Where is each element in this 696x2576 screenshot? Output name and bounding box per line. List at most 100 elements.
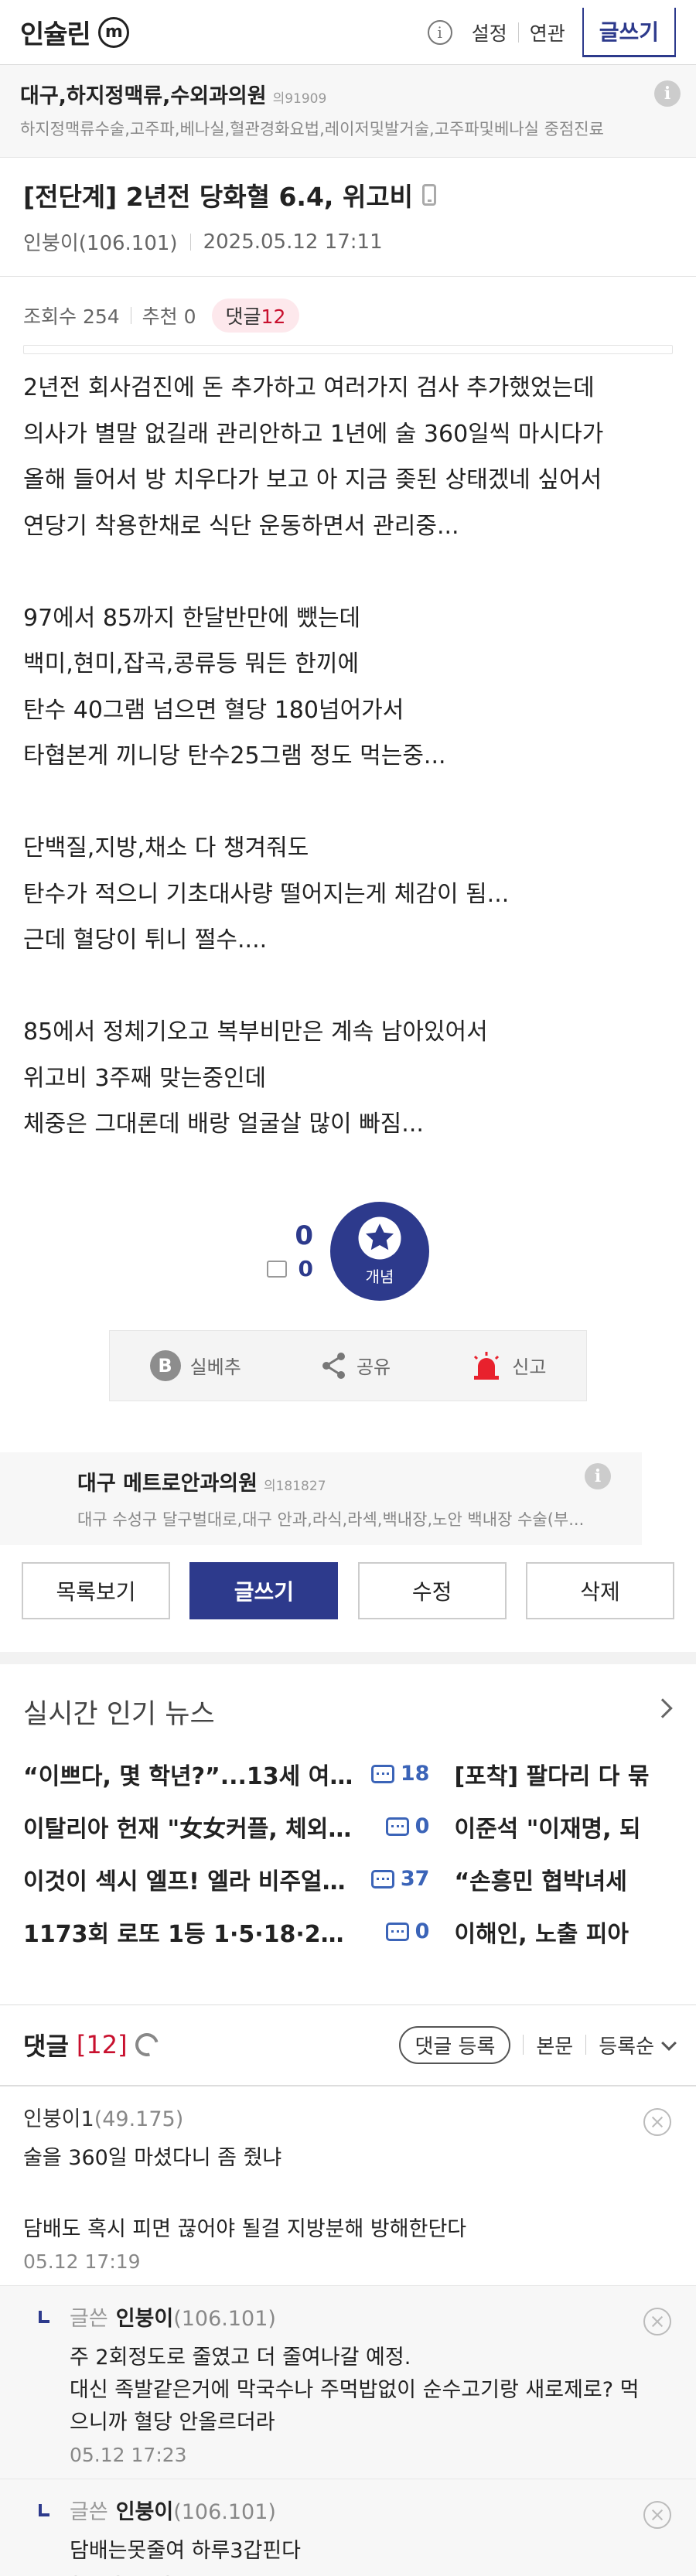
fixed-upvote-icon [267,1260,287,1278]
reply-text: 으니까 혈당 안올르더라 [70,2410,275,2434]
divider [523,2035,524,2055]
post-author[interactable]: 인붕이(106.101) [23,227,178,256]
body-line [23,549,673,595]
content-top-rule [23,345,673,354]
ad-description: 대구 수성구 달구벌대로,대구 안과,라식,라섹,백내장,노안 백내장 수술(부… [77,1510,585,1529]
news-headline[interactable]: 1173회 로또 1등 1·5·18·20·30·35... [23,1915,358,1949]
delete-reply-icon[interactable] [643,2500,671,2529]
body-line: 근데 혈당이 튀니 쩔수.... [23,926,268,954]
info-icon[interactable]: i [427,19,452,45]
reply-author[interactable]: 인붕이 [116,2500,174,2524]
delete-reply-icon[interactable] [643,2307,671,2335]
body-line: 85에서 정체기오고 복부비만은 계속 남아있어서 [23,1018,488,1046]
body-line: 체중은 그대론데 배랑 얼굴살 많이 빠짐... [23,1111,424,1138]
ad-name-text: 대구,하지정맥류,수외과의원 [20,84,267,108]
writer-tag: 글쓴 [70,2499,108,2524]
post-meta: 인붕이(106.101) 2025.05.12 17:11 [23,227,673,256]
delete-button[interactable]: 삭제 [525,1561,674,1619]
news-headline[interactable]: 이준석 "이재명, 되 [454,1810,673,1844]
body-line: 2년전 회사검진에 돈 추가하고 여러가지 검사 추가했었는데 [23,374,595,401]
body-line: 백미,현미,잡곡,콩류등 뭐든 한끼에 [23,650,360,677]
news-comment-count[interactable]: 0 [358,1919,429,1943]
mid-ad-banner[interactable]: 대구 메트로안과의원 의181827 대구 수성구 달구벌대로,대구 안과,라식,… [0,1452,642,1545]
top-ad-banner[interactable]: 대구,하지정맥류,수외과의원 의91909 하지정맥류수술,고주파,베나실,혈관경… [0,65,696,158]
body-line: 탄수 40그램 넘으면 혈당 180넘어가서 [23,696,404,724]
write-button-top[interactable]: 글쓰기 [582,7,676,57]
post-date: 2025.05.12 17:11 [203,230,383,254]
recommend-count: 추천 0 [142,305,196,328]
body-line: 올해 들어서 방 치우다가 보고 아 지금 좆된 상태겠네 싶어서 [23,466,602,493]
sort-select[interactable]: 등록순 [599,2031,677,2059]
post-button-row: 목록보기 글쓰기 수정 삭제 [0,1561,696,1619]
news-headline[interactable]: 이탈리아 헌재 "女女커플, 체외수정 ... [23,1810,358,1844]
site-logo[interactable]: 인슐린 m [20,13,129,51]
news-headline[interactable]: 이것이 섹시 엘프! 엘라 비주얼로 맥... [23,1862,358,1896]
body-line: 의사가 별말 없길래 관리안하고 1년에 술 360일씩 마시다가 [23,420,604,448]
news-comment-count[interactable]: 37 [358,1867,429,1891]
reply-text: 담배는못줄여 하루3갑핀다 [70,2538,302,2563]
news-count-value: 37 [400,1867,430,1891]
body-line: 연당기 착용한채로 식단 운동하면서 관리중... [23,512,459,540]
reply-item: 글쓴 인붕이(106.101) 담배는못줄여 하루3갑핀다 05.12 17:24 [0,2479,696,2576]
comment-author-line: 인붕이1(49.175) [23,2103,673,2136]
delete-comment-icon[interactable] [643,2107,671,2136]
ad-description: 하지정맥류수술,고주파,베나실,혈관경화요법,레이저및발거술,고주파및베나실 중… [20,120,604,138]
body-line [23,964,673,1010]
goto-body-link[interactable]: 본문 [536,2031,573,2059]
header-menu: i 설정 연관 글쓰기 [427,7,676,57]
share-button[interactable]: 공유 [321,1352,391,1380]
comment-bubble-icon [370,1869,394,1888]
upvote-button[interactable]: 개념 [330,1201,429,1301]
news-row: 이것이 섹시 엘프! 엘라 비주얼로 맥... 37 “손흥민 협박녀세 [23,1853,673,1906]
news-headline[interactable]: 이해인, 노출 피아 [454,1915,673,1949]
body-line: 위고비 3주째 맞는중인데 [23,1064,267,1092]
news-title: 실시간 인기 뉴스 [23,1698,215,1730]
comment-count-badge[interactable]: 댓글12 [211,299,300,333]
list-button[interactable]: 목록보기 [22,1561,170,1619]
divider [189,233,191,251]
reply-text: 대신 족발같은거에 막국수나 주먹밥없이 순수고기랑 새로제로? 먹 [70,2377,640,2402]
reply-arrow-icon [39,2310,49,2323]
logo-badge-icon[interactable]: m [97,16,129,48]
news-headline[interactable]: “손흥민 협박녀세 [454,1862,673,1896]
news-comment-count[interactable]: 18 [358,1762,429,1786]
comment-badge-count: 12 [261,305,286,328]
news-headline[interactable]: [포착] 팔다리 다 묶 [454,1757,673,1791]
edit-button[interactable]: 수정 [357,1561,507,1619]
reply-author-line: 글쓴 인붕이(106.101) [70,2303,673,2335]
divider [585,2035,587,2055]
post-body: 2년전 회사검진에 돈 추가하고 여러가지 검사 추가했었는데 의사가 별말 없… [0,354,696,1148]
logo-text[interactable]: 인슐린 [20,13,91,51]
news-row: 이탈리아 헌재 "女女커플, 체외수정 ... 0 이준석 "이재명, 되 [23,1800,673,1853]
ad-info-icon[interactable]: i [654,80,681,107]
report-button[interactable]: 신고 [470,1351,546,1380]
body-line [23,780,673,826]
reply-item: 글쓴 인붕이(106.101) 주 2회정도로 줄였고 더 줄여나갈 예정. 대신… [0,2285,696,2479]
refresh-icon[interactable] [131,2028,163,2061]
comment-author[interactable]: 인붕이1 [23,2107,94,2131]
vote-area: 0 0 개념 [0,1201,696,1301]
comment-text [23,2175,673,2207]
best-b-icon: B [149,1349,181,1381]
register-comment-button[interactable]: 댓글 등록 [399,2025,511,2064]
post-title-text: [전단계] 2년전 당화혈 6.4, 위고비 [23,182,414,212]
news-count-value: 0 [415,1814,430,1838]
post-action-bar: B 실베추 공유 신고 [109,1329,587,1401]
settings-link[interactable]: 설정 [472,19,507,46]
reply-author[interactable]: 인붕이 [116,2307,174,2331]
write-button[interactable]: 글쓰기 [189,1561,339,1619]
view-count: 조회수 254 [23,305,120,328]
news-headline[interactable]: “이쁘다, 몇 학년?”...13세 여학생 허... [23,1757,358,1791]
ad-info-icon[interactable]: i [585,1462,611,1489]
silbe-recommend-button[interactable]: B 실베추 [149,1349,241,1381]
section-divider [0,1651,696,1664]
reply-time: 05.12 17:24 [70,2567,673,2576]
upvote-label: 개념 [365,1268,394,1286]
share-icon [322,1352,345,1379]
news-comment-count[interactable]: 0 [358,1814,429,1838]
related-link[interactable]: 연관 [530,19,565,46]
comments-controls: 댓글 등록 본문 등록순 [399,2025,677,2064]
reply-ip: (106.101) [173,2499,276,2524]
upvote-count: 0 [295,1220,313,1251]
siren-icon [474,1351,500,1380]
